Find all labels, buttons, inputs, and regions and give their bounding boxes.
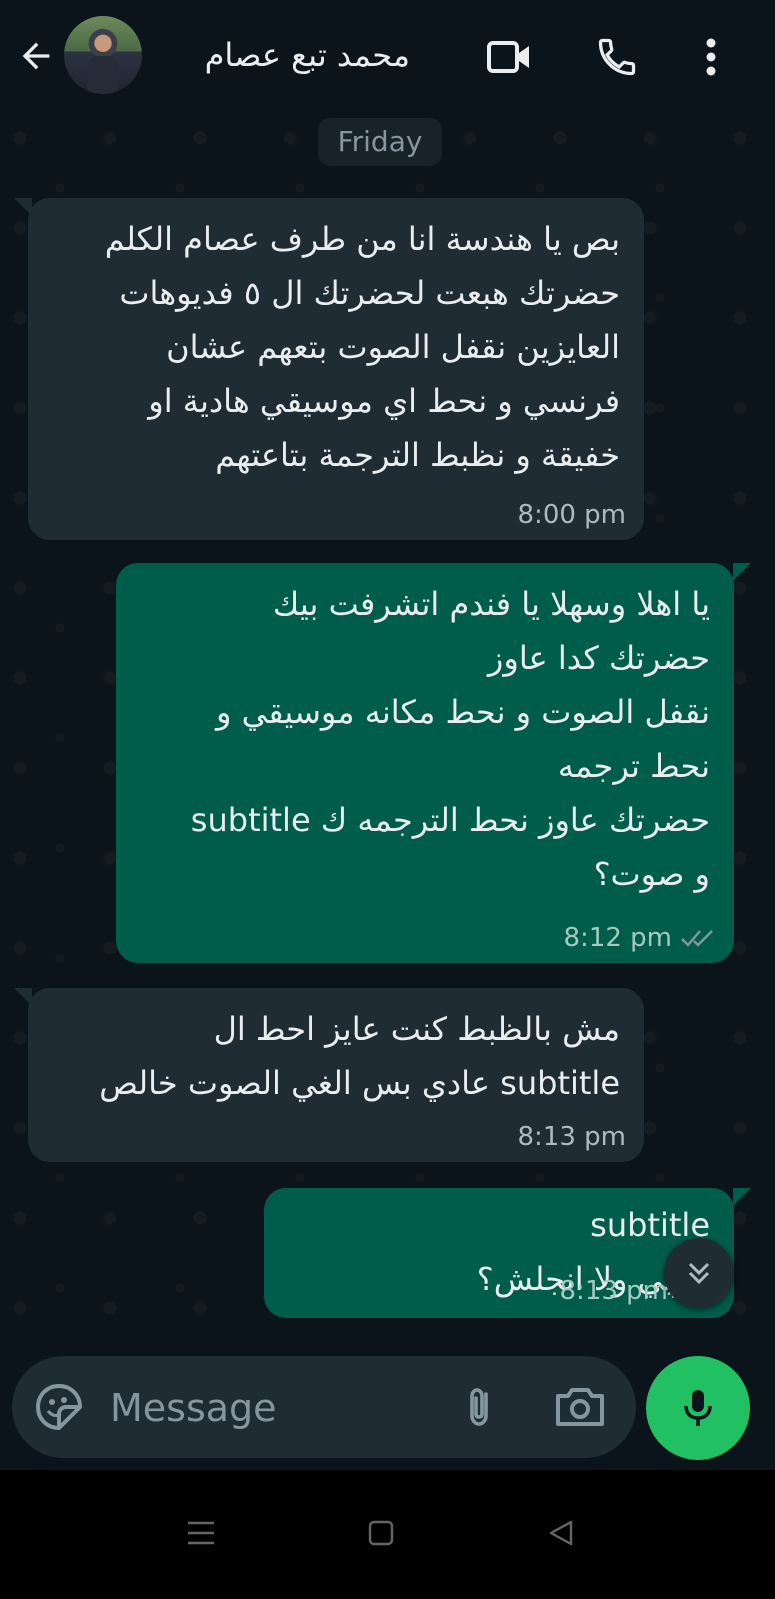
message-time: 8:13 pm: [559, 1276, 668, 1306]
message-input[interactable]: [108, 1378, 442, 1438]
message-meta: 8:13 pm: [560, 1276, 668, 1306]
scroll-to-bottom-button[interactable]: [664, 1238, 734, 1308]
contact-avatar[interactable]: [64, 16, 142, 94]
message-meta: 8:13 pm: [518, 1122, 626, 1152]
contact-name[interactable]: محمد تبع عصام: [160, 30, 410, 80]
video-call-icon: [487, 41, 529, 73]
message-text: يا اهلا وسهلا يا فندم اتشرفت بيك حضرتك ك…: [190, 585, 710, 893]
attach-paperclip-icon[interactable]: [454, 1382, 504, 1432]
more-vert-icon: [706, 38, 716, 76]
back-arrow-icon: [22, 42, 50, 70]
system-navigation-bar: [0, 1470, 775, 1599]
message-time: 8:13 pm: [517, 1122, 626, 1152]
bubble-tail: [733, 563, 751, 581]
message-meta: 8:12 pm: [564, 923, 716, 953]
back-button[interactable]: [14, 34, 58, 78]
message-bubble-incoming[interactable]: مش بالظبط كنت عايز احط ال subtitle عادي …: [28, 988, 644, 1162]
bubble-tail: [733, 1188, 751, 1206]
message-text: مش بالظبط كنت عايز احط ال subtitle عادي …: [99, 1010, 620, 1102]
microphone-icon: [684, 1390, 712, 1426]
chat-header: محمد تبع عصام: [0, 0, 775, 118]
voice-call-button[interactable]: [592, 32, 642, 82]
double-check-read-icon: [681, 930, 713, 947]
message-time: 8:12 pm: [563, 923, 672, 953]
message-time: 8:00 pm: [517, 500, 626, 530]
more-options-button[interactable]: [686, 32, 736, 82]
message-bubble-outgoing[interactable]: يا اهلا وسهلا يا فندم اتشرفت بيك حضرتك ك…: [116, 563, 734, 963]
home-square-icon: [368, 1520, 394, 1546]
double-chevron-down-icon: [688, 1262, 710, 1285]
message-meta: 8:00 pm: [518, 500, 626, 530]
message-bubble-outgoing[interactable]: subtitle عربي ولا انجلش؟ 8:13 pm: [264, 1188, 734, 1318]
video-call-button[interactable]: [484, 32, 534, 82]
sticker-emoji-icon[interactable]: [34, 1382, 84, 1432]
message-composer: [12, 1356, 636, 1458]
camera-icon[interactable]: [552, 1382, 608, 1432]
voice-record-button[interactable]: [646, 1356, 750, 1460]
date-chip: Friday: [318, 118, 442, 166]
menu-lines-icon: [188, 1521, 214, 1545]
back-triangle-icon: [549, 1520, 573, 1546]
message-text: بص يا هندسة انا من طرف عصام الكلم حضرتك …: [104, 220, 620, 474]
voice-call-icon: [598, 38, 636, 76]
back-nav-button[interactable]: [536, 1508, 586, 1558]
recent-apps-button[interactable]: [176, 1508, 226, 1558]
home-button[interactable]: [356, 1508, 406, 1558]
message-bubble-incoming[interactable]: بص يا هندسة انا من طرف عصام الكلم حضرتك …: [28, 198, 644, 540]
